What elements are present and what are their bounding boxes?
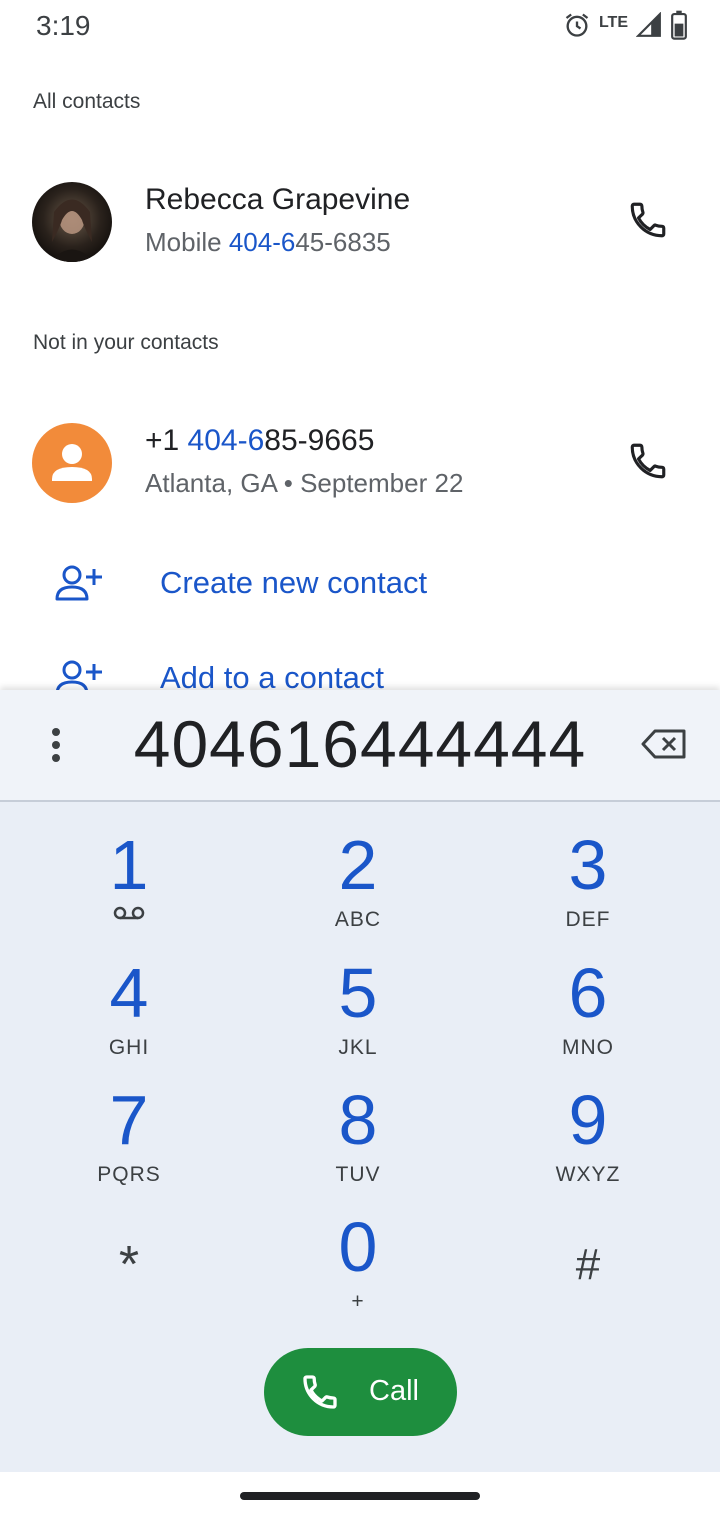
key-3[interactable]: 3 DEF bbox=[498, 830, 678, 942]
number-label: Mobile bbox=[145, 227, 222, 257]
key-letters: + bbox=[351, 1290, 365, 1313]
create-new-contact-button[interactable]: Create new contact bbox=[0, 545, 720, 625]
key-8[interactable]: 8 TUV bbox=[268, 1085, 448, 1197]
backspace-icon bbox=[641, 729, 686, 759]
key-digit: 7 bbox=[109, 1081, 149, 1159]
status-bar: 3:19 LTE bbox=[0, 0, 720, 52]
key-letters: ABC bbox=[334, 908, 382, 931]
person-icon bbox=[52, 444, 92, 481]
key-letters: TUV bbox=[335, 1163, 381, 1186]
phone-icon bbox=[630, 202, 666, 238]
key-9[interactable]: 9 WXYZ bbox=[498, 1085, 678, 1197]
voicemail-icon bbox=[113, 906, 145, 920]
contact-name: Rebecca Grapevine bbox=[145, 183, 411, 216]
call-number-button[interactable] bbox=[620, 433, 676, 489]
key-1[interactable]: 1 bbox=[39, 830, 219, 942]
key-digit: 2 bbox=[338, 826, 378, 904]
key-2[interactable]: 2 ABC bbox=[268, 830, 448, 942]
key-digit: 9 bbox=[568, 1081, 608, 1159]
key-digit: 6 bbox=[568, 954, 608, 1032]
contact-row[interactable]: Rebecca Grapevine Mobile 404-645-6835 bbox=[0, 167, 720, 277]
dialed-digits[interactable]: 404616444444 bbox=[100, 706, 620, 782]
key-4[interactable]: 4 GHI bbox=[39, 958, 219, 1070]
key-digit: 8 bbox=[338, 1081, 378, 1159]
unknown-number: +1 404-685-9665 bbox=[145, 424, 374, 458]
gesture-handle[interactable] bbox=[240, 1492, 480, 1500]
alarm-icon bbox=[563, 11, 591, 44]
key-digit: 0 bbox=[338, 1208, 378, 1286]
unknown-number-row[interactable]: +1 404-685-9665 Atlanta, GA • September … bbox=[0, 408, 720, 518]
number-rest: 45-6835 bbox=[295, 227, 391, 257]
divider bbox=[0, 800, 720, 802]
key-pound[interactable]: # bbox=[498, 1212, 678, 1324]
key-letters: PQRS bbox=[97, 1163, 161, 1186]
section-header-not-in-contacts: Not in your contacts bbox=[33, 331, 219, 354]
phone-icon bbox=[630, 443, 666, 479]
key-letters: GHI bbox=[108, 1036, 150, 1059]
section-header-all-contacts: All contacts bbox=[33, 90, 141, 113]
key-digit: 5 bbox=[338, 954, 378, 1032]
signal-icon bbox=[635, 11, 662, 43]
country-prefix: +1 bbox=[145, 424, 188, 457]
avatar bbox=[32, 182, 112, 262]
digits-bar: 404616444444 bbox=[0, 690, 720, 800]
key-0[interactable]: 0 + bbox=[268, 1212, 448, 1324]
key-letters: MNO bbox=[562, 1036, 614, 1059]
key-letters: WXYZ bbox=[555, 1163, 621, 1186]
call-label: Call bbox=[369, 1375, 419, 1407]
call-button[interactable]: Call bbox=[264, 1348, 457, 1436]
key-digit: 3 bbox=[568, 826, 608, 904]
status-time: 3:19 bbox=[36, 10, 91, 41]
more-options-button[interactable] bbox=[36, 720, 76, 770]
more-vert-icon bbox=[52, 728, 60, 762]
key-6[interactable]: 6 MNO bbox=[498, 958, 678, 1070]
backspace-button[interactable] bbox=[638, 724, 690, 764]
number-rest: 85-9665 bbox=[264, 424, 375, 457]
key-digit: # bbox=[575, 1240, 601, 1289]
avatar bbox=[32, 423, 112, 503]
number-match: 404-6 bbox=[187, 424, 265, 457]
key-5[interactable]: 5 JKL bbox=[268, 958, 448, 1070]
key-star[interactable]: * bbox=[39, 1212, 219, 1324]
key-letters: DEF bbox=[565, 908, 611, 931]
phone-icon bbox=[300, 1372, 340, 1417]
key-letters: JKL bbox=[338, 1036, 378, 1059]
contact-number: Mobile 404-645-6835 bbox=[145, 227, 391, 258]
number-details: Atlanta, GA • September 22 bbox=[145, 468, 464, 498]
status-icons: LTE bbox=[563, 10, 688, 45]
nav-bar bbox=[0, 1472, 720, 1520]
network-type: LTE bbox=[598, 13, 628, 31]
key-digit: 1 bbox=[109, 826, 149, 904]
battery-icon bbox=[670, 10, 688, 45]
add-person-icon bbox=[54, 563, 104, 608]
create-new-contact-label: Create new contact bbox=[160, 565, 428, 600]
key-digit: * bbox=[118, 1236, 140, 1294]
key-digit: 4 bbox=[109, 954, 149, 1032]
call-contact-button[interactable] bbox=[620, 192, 676, 248]
key-7[interactable]: 7 PQRS bbox=[39, 1085, 219, 1197]
number-match: 404-6 bbox=[228, 227, 296, 257]
